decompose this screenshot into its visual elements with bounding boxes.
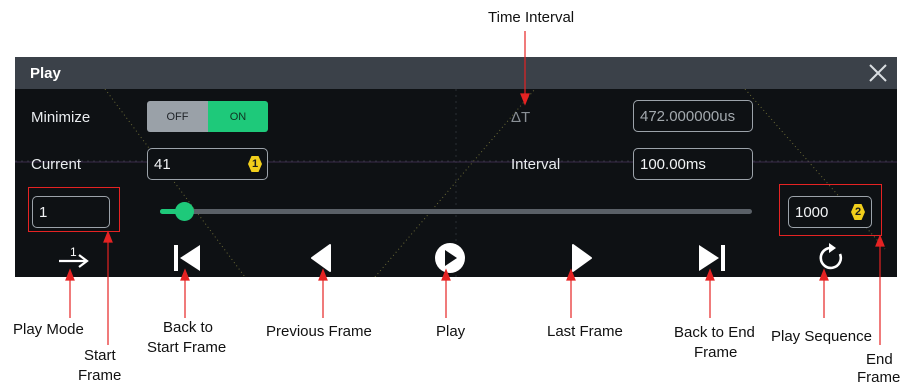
- annotation-play: Play: [436, 323, 466, 340]
- annotation-last-frame: Last Frame: [547, 323, 623, 340]
- annotation-previous-frame: Previous Frame: [266, 323, 372, 340]
- last-frame-button[interactable]: [561, 241, 601, 275]
- annotation-play-sequence: Play Sequence: [771, 328, 872, 345]
- interval-label: Interval: [511, 156, 561, 173]
- start-frame-highlight: [28, 187, 120, 232]
- play-mode-glyph: 1: [70, 245, 77, 259]
- current-frame-field[interactable]: 41 1: [147, 148, 268, 180]
- annotation-end-frame-line2: Frame: [857, 369, 901, 386]
- skip-to-end-icon: [699, 245, 725, 271]
- play-sequence-button[interactable]: [811, 241, 851, 275]
- play-mode-button[interactable]: 1: [53, 241, 93, 275]
- play-button[interactable]: [430, 241, 470, 275]
- delta-t-label: ΔT: [511, 109, 531, 126]
- end-frame-highlight: [779, 184, 882, 236]
- frame-slider[interactable]: [160, 202, 752, 221]
- toggle-on[interactable]: ON: [208, 101, 268, 132]
- play-icon: [435, 243, 465, 273]
- next-frame-icon: [572, 244, 592, 272]
- annotation-back-to-start-line1: Back to: [163, 319, 214, 336]
- repeat-icon: [819, 243, 843, 270]
- annotation-play-mode: Play Mode: [13, 321, 84, 338]
- delta-t-value: 472.000000us: [640, 107, 736, 125]
- minimize-toggle[interactable]: OFF ON: [147, 101, 268, 132]
- slider-knob[interactable]: [174, 202, 194, 221]
- panel-title-bar: Play: [15, 57, 897, 89]
- interval-value: 100.00ms: [640, 155, 706, 173]
- annotation-start-frame-line2: Frame: [78, 367, 122, 384]
- back-to-end-button[interactable]: [692, 241, 732, 275]
- minimize-label: Minimize: [31, 109, 91, 126]
- annotation-back-to-end-line2: Frame: [694, 344, 738, 361]
- knob-1-badge: 1: [248, 156, 262, 172]
- play-mode-icon: 1: [59, 245, 89, 268]
- annotation-back-to-start-line2: Start Frame: [147, 339, 227, 356]
- delta-t-field: 472.000000us: [633, 100, 753, 132]
- interval-field[interactable]: 100.00ms: [633, 148, 753, 180]
- annotation-end-frame-line1: End: [866, 351, 893, 368]
- toggle-off[interactable]: OFF: [147, 101, 208, 132]
- previous-frame-button[interactable]: [302, 241, 342, 275]
- close-icon[interactable]: [867, 62, 889, 84]
- back-to-start-button[interactable]: [167, 241, 207, 275]
- current-label: Current: [31, 156, 82, 173]
- annotation-back-to-end-line1: Back to End: [674, 324, 755, 341]
- play-panel: Play Minimize OFF ON ΔT 472.000000us Cur…: [15, 57, 897, 277]
- annotation-time-interval: Time Interval: [488, 9, 575, 26]
- previous-frame-icon: [311, 244, 331, 272]
- annotation-start-frame-line1: Start: [84, 347, 116, 364]
- current-frame-value: 41: [154, 155, 171, 173]
- skip-to-start-icon: [174, 245, 200, 271]
- panel-title: Play: [30, 65, 61, 82]
